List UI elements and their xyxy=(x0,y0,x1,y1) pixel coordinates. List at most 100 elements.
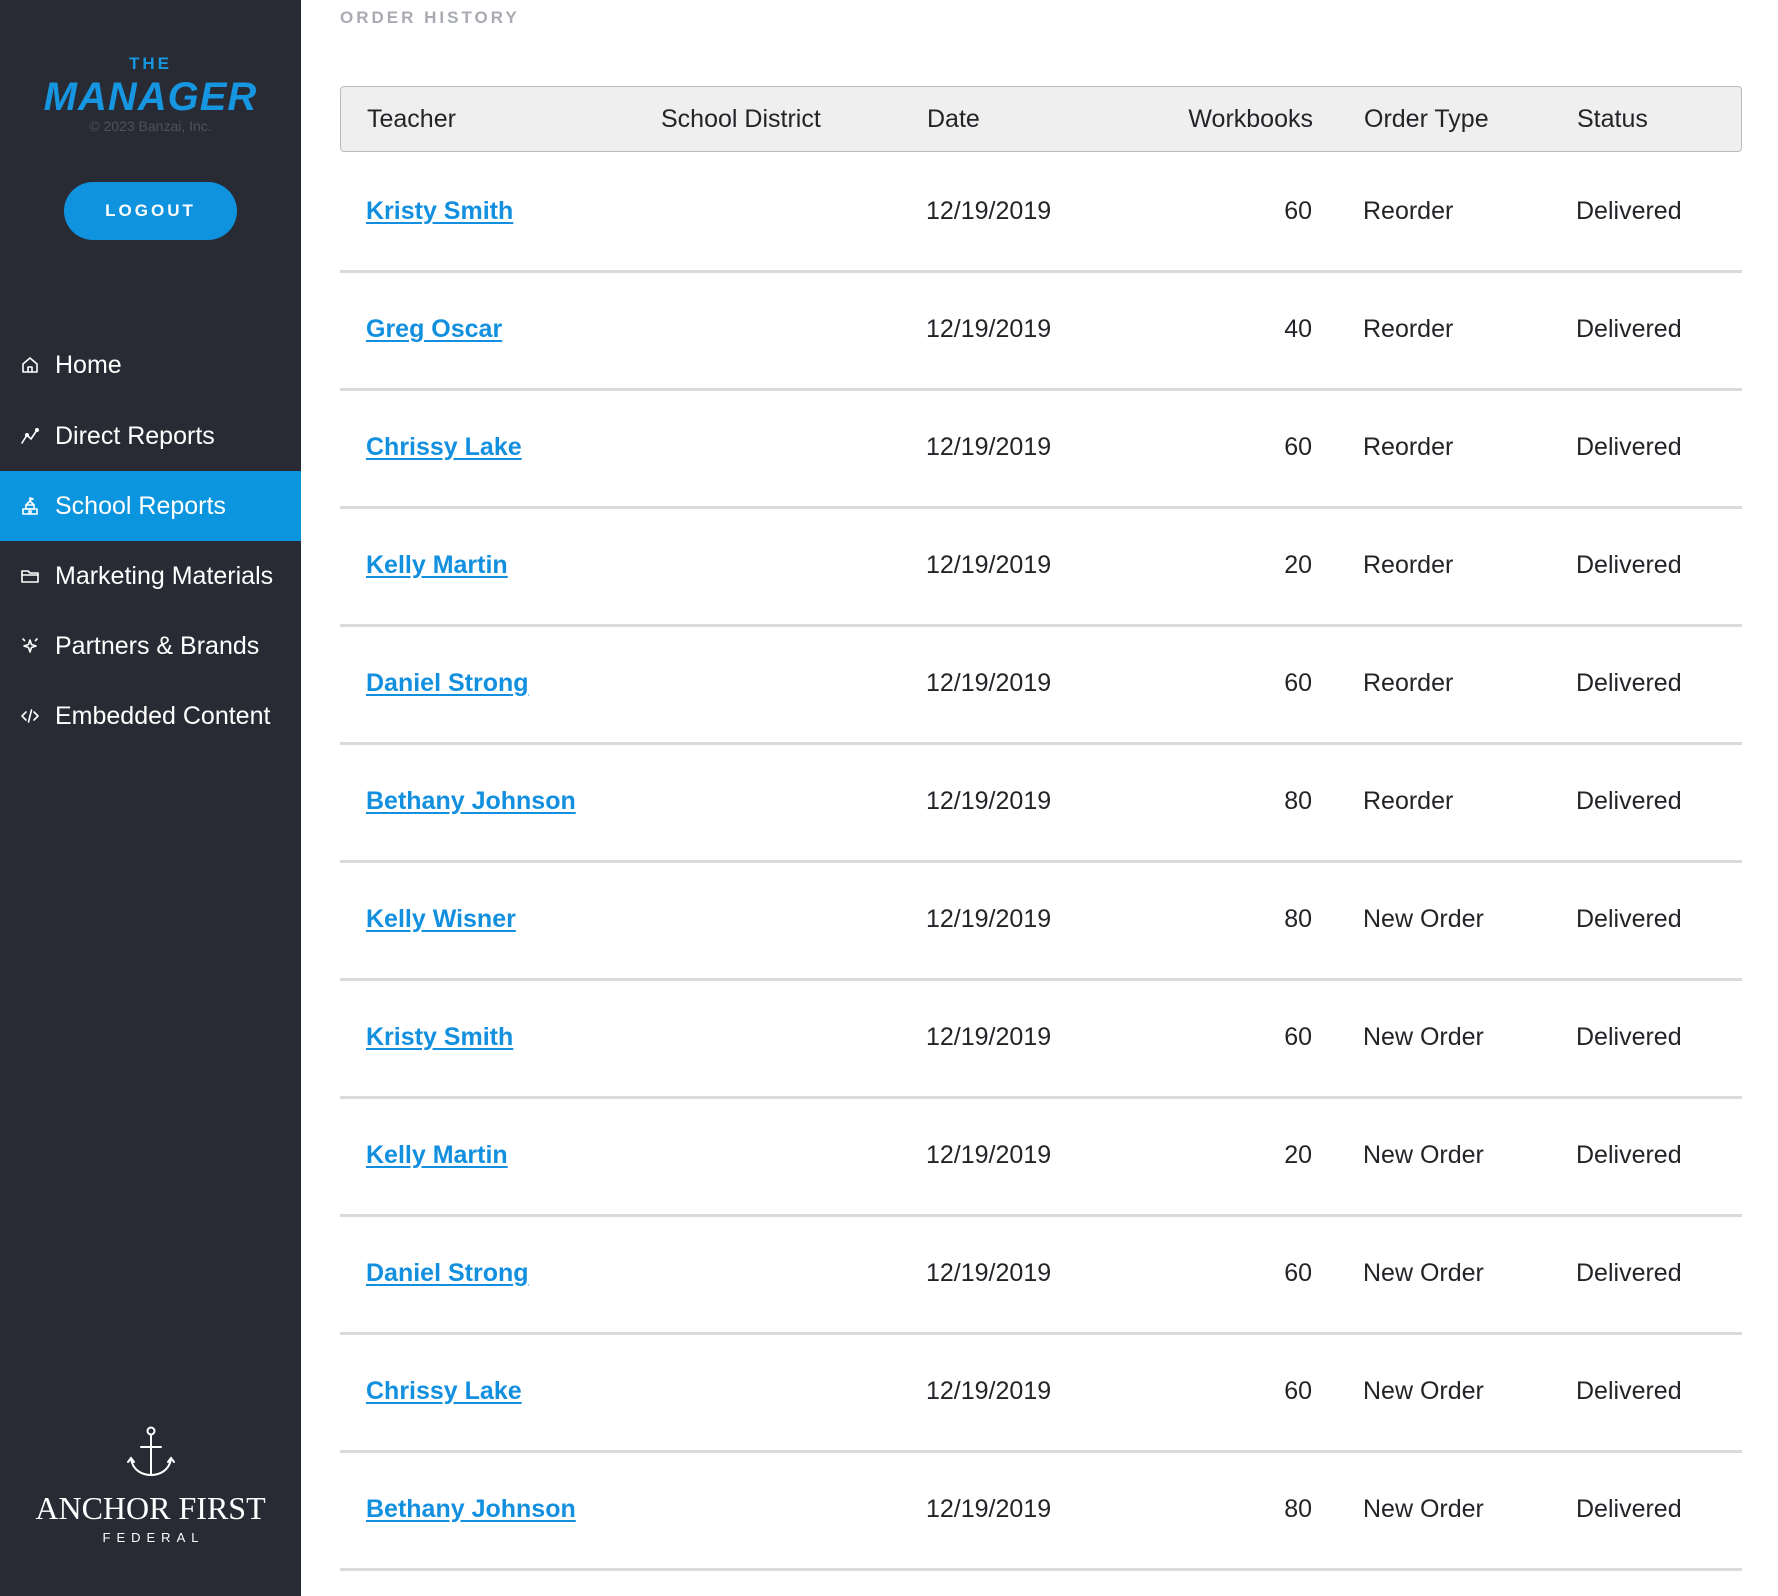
date-cell: 12/19/2019 xyxy=(926,1495,1052,1523)
sidebar: THE MANAGER © 2023 Banzai, Inc. LOGOUT H… xyxy=(0,0,301,1596)
sidebar-item-direct-reports[interactable]: Direct Reports xyxy=(0,401,301,471)
school-icon xyxy=(20,496,40,516)
sidebar-item-label: Home xyxy=(55,350,122,379)
table-row: Bethany Johnson 12/19/2019 80 New Order Deli… xyxy=(340,1450,1742,1571)
table-row: Kristy Smith 12/19/2019 60 Reorder Delivered xyxy=(340,152,1742,273)
workbooks-cell: 20 xyxy=(1284,1141,1312,1169)
teacher-cell: Chrissy Lake xyxy=(366,388,522,506)
table-row: Chrissy Lake 12/19/2019 60 New Order Deliver… xyxy=(340,1332,1742,1453)
teacher-link[interactable]: Greg Oscar xyxy=(366,315,502,343)
table-row: Daniel Strong 12/19/2019 60 Reorder Delivere… xyxy=(340,624,1742,745)
teacher-link[interactable]: Kristy Smith xyxy=(366,1023,513,1051)
workbooks-cell: 80 xyxy=(1284,905,1312,933)
column-header-date[interactable]: Date xyxy=(927,87,980,151)
date-cell: 12/19/2019 xyxy=(926,1377,1052,1405)
date-cell: 12/19/2019 xyxy=(926,551,1052,579)
status-cell: Delivered xyxy=(1576,669,1682,697)
column-header-workbooks[interactable]: Workbooks xyxy=(1188,87,1313,151)
teacher-link[interactable]: Kelly Martin xyxy=(366,551,508,579)
workbooks-cell: 60 xyxy=(1284,1259,1312,1287)
order-type-cell: New Order xyxy=(1363,1495,1484,1523)
teacher-cell: Chrissy Lake xyxy=(366,1332,522,1450)
order-type-cell: Reorder xyxy=(1363,433,1454,461)
sidebar-item-marketing-materials[interactable]: Marketing Materials xyxy=(0,541,301,611)
teacher-link[interactable]: Daniel Strong xyxy=(366,669,529,697)
teacher-cell: Kelly Wisner xyxy=(366,860,516,978)
order-type-cell: Reorder xyxy=(1363,551,1454,579)
anchor-icon xyxy=(0,1425,301,1486)
brand-copyright: © 2023 Banzai, Inc. xyxy=(89,118,212,134)
date-cell: 12/19/2019 xyxy=(926,197,1052,225)
sparkle-icon xyxy=(20,636,40,656)
teacher-cell: Daniel Strong xyxy=(366,1214,529,1332)
table-header: Teacher School District Date Workbooks O… xyxy=(340,86,1742,152)
column-header-teacher[interactable]: Teacher xyxy=(367,87,456,151)
teacher-cell: Kristy Smith xyxy=(366,978,513,1096)
workbooks-cell: 80 xyxy=(1284,1495,1312,1523)
order-type-cell: Reorder xyxy=(1363,315,1454,343)
sidebar-item-school-reports[interactable]: School Reports xyxy=(0,471,301,541)
status-cell: Delivered xyxy=(1576,1377,1682,1405)
workbooks-cell: 20 xyxy=(1284,551,1312,579)
date-cell: 12/19/2019 xyxy=(926,433,1052,461)
workbooks-cell: 80 xyxy=(1284,787,1312,815)
sidebar-item-label: Partners & Brands xyxy=(55,631,260,660)
page-title: ORDER HISTORY xyxy=(340,8,520,27)
table-row: Bethany Johnson 12/19/2019 80 Reorder Delive… xyxy=(340,742,1742,863)
teacher-cell: Bethany Johnson xyxy=(366,742,576,860)
partner-subtitle: FEDERAL xyxy=(102,1530,205,1545)
date-cell: 12/19/2019 xyxy=(926,787,1052,815)
teacher-link[interactable]: Chrissy Lake xyxy=(366,1377,522,1405)
order-type-cell: New Order xyxy=(1363,1259,1484,1287)
teacher-link[interactable]: Kelly Martin xyxy=(366,1141,508,1169)
column-header-school-district[interactable]: School District xyxy=(661,87,821,151)
teacher-cell: Kristy Smith xyxy=(366,152,513,270)
workbooks-cell: 40 xyxy=(1284,315,1312,343)
date-cell: 12/19/2019 xyxy=(926,1141,1052,1169)
workbooks-cell: 60 xyxy=(1284,197,1312,225)
teacher-link[interactable]: Kelly Wisner xyxy=(366,905,516,933)
status-cell: Delivered xyxy=(1576,551,1682,579)
teacher-cell: Bethany Johnson xyxy=(366,1450,576,1568)
sidebar-item-home[interactable]: Home xyxy=(0,330,301,400)
home-icon xyxy=(20,355,40,375)
teacher-link[interactable]: Bethany Johnson xyxy=(366,787,576,815)
teacher-link[interactable]: Kristy Smith xyxy=(366,197,513,225)
status-cell: Delivered xyxy=(1576,1023,1682,1051)
column-header-order-type[interactable]: Order Type xyxy=(1364,87,1489,151)
status-cell: Delivered xyxy=(1576,1141,1682,1169)
sidebar-item-embedded-content[interactable]: Embedded Content xyxy=(0,681,301,751)
workbooks-cell: 60 xyxy=(1284,1377,1312,1405)
date-cell: 12/19/2019 xyxy=(926,905,1052,933)
logout-button[interactable]: LOGOUT xyxy=(64,182,237,240)
partner-logo: ANCHOR FIRST FEDERAL xyxy=(0,1425,301,1546)
table-row: Kelly Martin 12/19/2019 20 Reorder Delivered xyxy=(340,506,1742,627)
sidebar-item-partners-brands[interactable]: Partners & Brands xyxy=(0,611,301,681)
table-row: Chrissy Lake 12/19/2019 60 Reorder Delivered xyxy=(340,388,1742,509)
brand-name: MANAGER xyxy=(43,75,258,119)
workbooks-cell: 60 xyxy=(1284,669,1312,697)
date-cell: 12/19/2019 xyxy=(926,315,1052,343)
folder-icon xyxy=(20,566,40,586)
table-row: Daniel Strong 12/19/2019 60 New Order Delive… xyxy=(340,1214,1742,1335)
status-cell: Delivered xyxy=(1576,197,1682,225)
sidebar-item-label: School Reports xyxy=(55,491,226,520)
teacher-cell: Kelly Martin xyxy=(366,1096,508,1214)
status-cell: Delivered xyxy=(1576,433,1682,461)
date-cell: 12/19/2019 xyxy=(926,1023,1052,1051)
teacher-link[interactable]: Bethany Johnson xyxy=(366,1495,576,1523)
table-row: Kelly Martin 12/19/2019 20 New Order Deliver… xyxy=(340,1096,1742,1217)
status-cell: Delivered xyxy=(1576,315,1682,343)
teacher-link[interactable]: Daniel Strong xyxy=(366,1259,529,1287)
partner-name: ANCHOR FIRST xyxy=(35,1490,266,1526)
teacher-link[interactable]: Chrissy Lake xyxy=(366,433,522,461)
code-icon xyxy=(20,706,40,726)
teacher-cell: Kelly Martin xyxy=(366,506,508,624)
trend-line-icon xyxy=(20,426,40,446)
teacher-cell: Greg Oscar xyxy=(366,270,502,388)
teacher-cell: Daniel Strong xyxy=(366,624,529,742)
column-header-status[interactable]: Status xyxy=(1577,87,1648,151)
order-type-cell: Reorder xyxy=(1363,787,1454,815)
sidebar-item-label: Marketing Materials xyxy=(55,561,274,590)
brand-logo: THE MANAGER © 2023 Banzai, Inc. xyxy=(0,54,301,134)
